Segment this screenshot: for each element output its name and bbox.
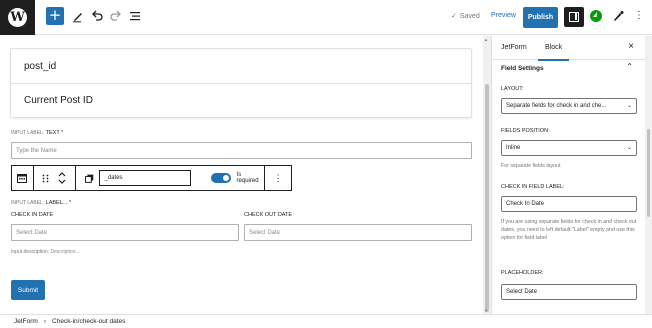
wordpress-logo-icon: W [8,7,27,27]
breadcrumb-separator: › [43,318,47,325]
vertical-dots-icon: ⋮ [273,172,283,183]
check-in-date-input[interactable]: Select Date [11,224,239,241]
settings-toggle-button[interactable] [564,7,584,27]
fields-position-select[interactable]: Inline ⌄ [501,140,637,156]
input-label-prefix: INPUT LABEL: [11,130,45,136]
more-options-icon[interactable]: ⋮ [634,10,644,22]
submit-button[interactable]: Submit [11,280,45,300]
field-settings-title[interactable]: Field Settings [501,65,544,72]
sidebar-scroll-thumb[interactable] [647,129,650,217]
canvas-scroll-thumb[interactable] [485,84,489,312]
block-toolbar: _dates Is required ⋮ [11,165,292,191]
chevron-down-icon: ⌄ [626,145,632,151]
required-toggle[interactable] [211,173,231,183]
field-name-input[interactable]: _dates [98,170,192,186]
scroll-down-icon[interactable]: ▼ [484,308,488,313]
move-up-down-icon[interactable] [58,171,66,185]
card-row-field-name: post_id [24,60,57,72]
block-field-controls: _dates Is required [76,166,266,190]
wordpress-logo-button[interactable]: W [0,0,35,35]
breadcrumb: JetForm › Check-in/check-out dates [0,314,652,328]
fields-position-value: Inline [506,145,521,151]
check-in-date-label: CHECK IN DATE [11,212,54,218]
layout-select-value: Separate fields for check in and che... [506,103,607,109]
publish-button[interactable]: Publish [523,7,558,28]
chevron-up-icon[interactable]: ⌃ [626,62,633,71]
input-label-prefix: INPUT LABEL: [11,200,45,206]
brush-icon[interactable] [612,10,624,22]
check-in-help: If you are using separate fields for che… [501,219,637,241]
move-controls [34,166,76,190]
add-block-button[interactable]: + [46,7,64,25]
sidebar-scrollbar[interactable] [645,36,652,314]
saved-indicator: ✓ Saved [451,12,480,21]
list-view-icon[interactable] [128,9,142,23]
check-out-date-input[interactable]: Select Date [244,224,472,241]
breadcrumb-item-dates[interactable]: Check-in/check-out dates [52,318,125,325]
input-label-value[interactable]: TEXT * [46,130,64,136]
editor-window: W + ✓ Saved Preview Publish ⋮ post_id Cu… [0,0,652,328]
input-label-value[interactable]: LABEL... * [46,200,71,206]
layout-select[interactable]: Separate fields for check in and che... … [501,98,637,114]
drag-handle-icon[interactable] [42,174,49,183]
fields-position-help: For separate fields layout [501,163,561,169]
top-toolbar: W + ✓ Saved Preview Publish ⋮ [0,0,652,35]
hidden-field-card[interactable]: post_id Current Post ID [10,48,472,118]
check-out-date-label: CHECK OUT DATE [244,212,293,218]
pencil-icon[interactable] [71,9,85,23]
copy-name-icon[interactable] [84,174,94,183]
check-in-field-label: CHECK IN FIELD LABEL: [501,184,565,190]
settings-sidebar: JetForm Block × Field Settings ⌃ LAYOUT:… [491,36,652,314]
card-row-field-value: Current Post ID [11,83,471,117]
check-in-field-input[interactable]: Check In Date [501,196,637,212]
saved-label: Saved [459,12,480,20]
editor-canvas: post_id Current Post ID INPUT LABEL: TEX… [0,36,482,314]
undo-icon[interactable] [90,9,104,23]
block-options-button[interactable]: ⋮ [265,166,291,190]
calendar-block-icon[interactable] [12,166,34,190]
placeholder-input[interactable]: Select Date [501,284,637,300]
required-label: Is required [236,172,259,184]
breadcrumb-item-jetform[interactable]: JetForm [14,318,38,325]
close-icon[interactable]: × [628,41,634,52]
layout-label: LAYOUT: [501,86,524,92]
fields-position-label: FIELDS POSITION: [501,128,550,134]
tab-block[interactable]: Block [537,44,570,61]
description-prefix: Input description: [11,249,50,255]
chevron-down-icon: ⌄ [626,103,632,109]
input-description: Input description: Description... [11,249,80,255]
jetpack-icon[interactable] [590,10,602,22]
preview-button[interactable]: Preview [491,12,516,19]
scroll-up-icon[interactable]: ▲ [484,37,488,42]
date-field-label: INPUT LABEL: LABEL... * [11,200,71,206]
tab-jetform[interactable]: JetForm [501,44,527,51]
canvas-scrollbar[interactable]: ▲ ▼ [483,36,491,314]
text-field-label: INPUT LABEL: TEXT * [11,130,63,136]
name-text-input[interactable]: Type the Name [11,142,472,159]
check-icon: ✓ [451,13,457,20]
sidebar-icon [569,12,579,22]
description-value[interactable]: Description... [50,249,79,255]
placeholder-label: PLACEHOLDER: [501,270,544,276]
sidebar-tabs: JetForm Block × [492,36,652,61]
redo-icon[interactable] [109,9,123,23]
